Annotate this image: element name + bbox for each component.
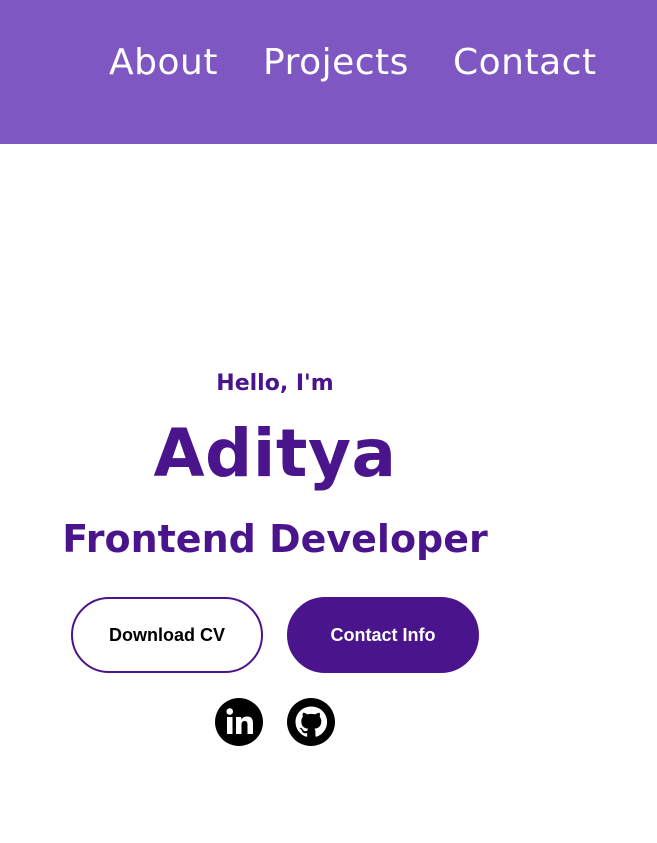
download-cv-button[interactable]: Download CV [71, 597, 263, 673]
hero-greeting: Hello, I'm [216, 371, 334, 396]
nav-link-about[interactable]: About [109, 40, 218, 86]
linkedin-icon[interactable] [214, 697, 264, 747]
navbar: About Projects Contact [0, 0, 657, 144]
hero-role: Frontend Developer [62, 517, 488, 561]
nav-link-projects[interactable]: Projects [263, 40, 409, 86]
github-icon[interactable] [286, 697, 336, 747]
nav-link-contact[interactable]: Contact [453, 40, 597, 86]
hero-section: Hello, I'm Aditya Frontend Developer Dow… [0, 144, 657, 843]
portfolio-page: About Projects Contact Hello, I'm Aditya… [0, 0, 657, 843]
download-cv-label: Download CV [109, 624, 225, 645]
hero-name: Aditya [153, 415, 397, 492]
contact-info-button[interactable]: Contact Info [287, 597, 479, 673]
contact-info-label: Contact Info [330, 624, 436, 645]
